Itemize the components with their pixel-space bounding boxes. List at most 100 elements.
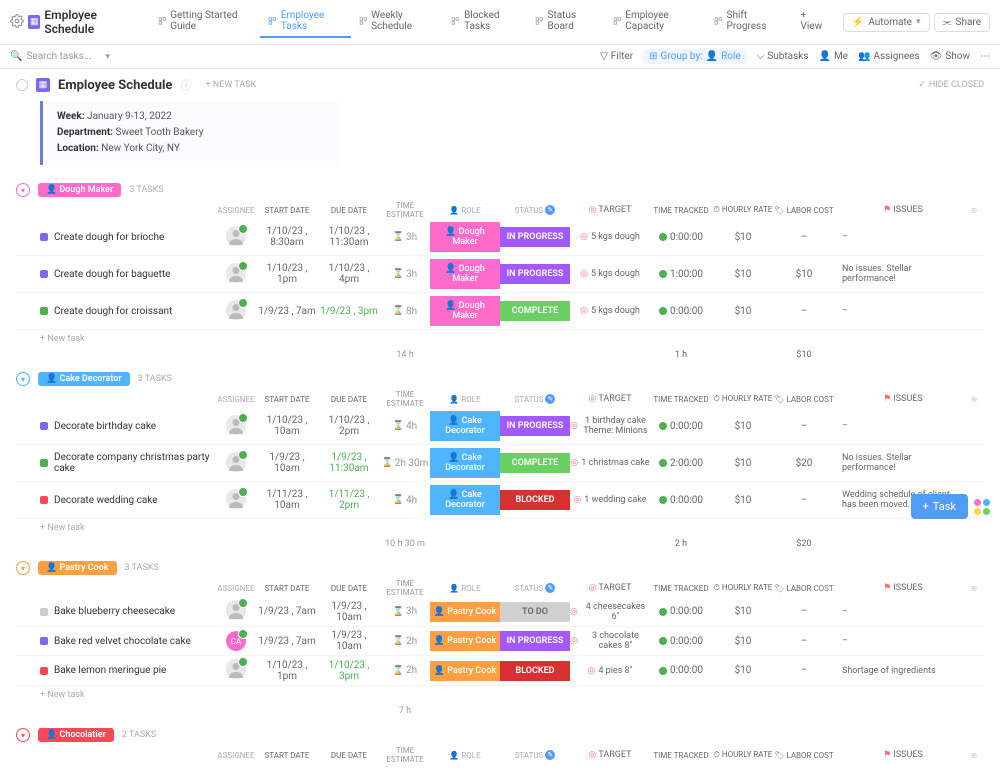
share-button[interactable]: ⫘Share (934, 13, 990, 32)
labor-cost: $20 (774, 458, 834, 469)
group-chip[interactable]: 👤 Dough Maker (38, 183, 121, 197)
time-tracked: 0:00:00 (650, 636, 712, 647)
tab-getting-started-guide[interactable]: Getting Started Guide (150, 6, 261, 38)
tab-shift-progress[interactable]: Shift Progress (706, 6, 789, 38)
labor-cost: – (774, 665, 834, 676)
filter-button[interactable]: ▽Filter (600, 51, 633, 62)
status-cell[interactable]: IN PROGRESS (500, 227, 570, 247)
avatar[interactable] (226, 415, 246, 435)
search-input[interactable]: 🔍 Search tasks... ▾ (10, 51, 110, 62)
info-icon[interactable]: ⓘ (180, 77, 191, 93)
role-cell[interactable]: 👤 Dough Maker (430, 259, 500, 289)
status-cell[interactable]: COMPLETE (500, 453, 570, 473)
automate-button[interactable]: ⚡Automate▾ (843, 13, 930, 32)
column-headers: ASSIGNEE START DATE DUE DATE TIME ESTIMA… (16, 201, 984, 219)
avatar[interactable] (226, 263, 246, 283)
avatar[interactable] (226, 452, 246, 472)
group-decor: ▾ 👤 Cake Decorator 3 TASKS ASSIGNEE STAR… (16, 368, 984, 551)
group-chip[interactable]: 👤 Cake Decorator (38, 372, 130, 386)
avatar[interactable] (226, 600, 246, 620)
app-header: ▦ Employee Schedule Getting Started Guid… (0, 0, 1000, 45)
task-row[interactable]: Bake lemon meringue pie 1/10/23 , 1pm 1/… (16, 656, 984, 686)
task-row[interactable]: Decorate company christmas party cake 1/… (16, 445, 984, 482)
status-cell[interactable]: IN PROGRESS (500, 631, 570, 651)
column-headers: ASSIGNEE START DATE DUE DATE TIME ESTIMA… (16, 390, 984, 408)
fab-container: +Task (911, 494, 990, 519)
task-row[interactable]: Create dough for baguette 1/10/23 , 1pm … (16, 256, 984, 293)
subtasks-button[interactable]: ⌵Subtasks (757, 51, 809, 62)
task-row[interactable]: Decorate wedding cake 1/11/23 , 10am 1/1… (16, 482, 984, 519)
gear-icon[interactable] (10, 14, 24, 31)
more-icon[interactable]: ⋯ (980, 51, 990, 62)
status-cell[interactable]: IN PROGRESS (500, 416, 570, 436)
collapse-all-icon[interactable] (16, 79, 28, 91)
task-count: 3 TASKS (125, 563, 159, 573)
role-cell[interactable]: 👤 Cake Decorator (430, 411, 500, 441)
role-cell[interactable]: 👤 Pastry Cook (430, 602, 500, 622)
collapse-icon[interactable]: ▾ (16, 561, 30, 575)
collapse-icon[interactable]: ▾ (16, 728, 30, 742)
task-row[interactable]: Bake red velvet chocolate cake CA 1/9/23… (16, 627, 984, 656)
fab-task-button[interactable]: +Task (911, 494, 968, 519)
status-cell[interactable]: BLOCKED (500, 661, 570, 681)
add-column-icon[interactable]: ⊕ (964, 395, 984, 404)
start-date: 1/9/23 , 10am (256, 452, 318, 474)
assignees-button[interactable]: 👥Assignees (858, 51, 920, 62)
time-tracked: 0:00:00 (650, 306, 712, 317)
due-date: 1/10/23 , 4pm (318, 263, 380, 285)
issues-cell: – (834, 421, 964, 431)
column-headers: ASSIGNEE START DATE DUE DATE TIME ESTIMA… (16, 579, 984, 597)
status-cell[interactable]: IN PROGRESS (500, 264, 570, 284)
avatar[interactable] (226, 659, 246, 679)
group-chip[interactable]: 👤 Chocolatier (38, 728, 114, 742)
collapse-icon[interactable]: ▾ (16, 372, 30, 386)
time-estimate: ⌛3h (380, 269, 430, 280)
group-chip[interactable]: 👤 Pastry Cook (38, 561, 117, 575)
task-row[interactable]: Create dough for brioche 1/10/23 , 8:30a… (16, 219, 984, 256)
me-button[interactable]: 👤Me (818, 51, 848, 62)
avatar[interactable]: CA (226, 631, 246, 651)
new-task-row[interactable]: + New task (16, 686, 984, 704)
new-task-row[interactable]: + New task (16, 519, 984, 537)
avatar[interactable] (226, 300, 246, 320)
status-cell[interactable]: TO DO (500, 602, 570, 622)
task-name: Create dough for croissant (54, 306, 172, 317)
role-cell[interactable]: 👤 Dough Maker (430, 296, 500, 326)
time-tracked: 0:00:00 (650, 232, 712, 243)
issues-cell: – (834, 607, 964, 617)
show-button[interactable]: 👁Show (930, 51, 970, 62)
task-row[interactable]: Decorate birthday cake 1/10/23 , 10am 1/… (16, 408, 984, 445)
new-task-button[interactable]: + NEW TASK (199, 78, 262, 92)
task-row[interactable]: Create dough for croissant 1/9/23 , 7am … (16, 293, 984, 330)
labor-cost: – (774, 495, 834, 506)
role-cell[interactable]: 👤 Pastry Cook (430, 631, 500, 651)
role-cell[interactable]: 👤 Pastry Cook (430, 661, 500, 681)
tab-employee-tasks[interactable]: Employee Tasks (260, 6, 350, 38)
due-date: 1/9/23 , 10am (318, 601, 380, 623)
add-view-button[interactable]: + View (793, 6, 835, 38)
status-square (40, 667, 48, 675)
tab-employee-capacity[interactable]: Employee Capacity (605, 6, 706, 38)
avatar[interactable] (226, 226, 246, 246)
tab-weekly-schedule[interactable]: Weekly Schedule (351, 6, 444, 38)
group-by-button[interactable]: ⊞Group by:👤Role (643, 49, 747, 64)
hide-closed-button[interactable]: ✓HIDE CLOSED (918, 80, 984, 90)
group-choc: ▾ 👤 Chocolatier 2 TASKS ASSIGNEE START D… (16, 724, 984, 764)
tab-status-board[interactable]: Status Board (527, 6, 605, 38)
status-cell[interactable]: BLOCKED (500, 490, 570, 510)
role-cell[interactable]: 👤 Cake Decorator (430, 485, 500, 515)
status-cell[interactable]: COMPLETE (500, 301, 570, 321)
collapse-icon[interactable]: ▾ (16, 183, 30, 197)
fab-apps-icon[interactable] (974, 499, 990, 515)
new-task-row[interactable]: + New task (16, 330, 984, 348)
avatar[interactable] (226, 489, 246, 509)
role-cell[interactable]: 👤 Dough Maker (430, 222, 500, 252)
target-cell: ◎5 kgs dough (570, 306, 650, 316)
add-column-icon[interactable]: ⊕ (964, 206, 984, 215)
task-name: Create dough for brioche (54, 232, 164, 243)
add-column-icon[interactable]: ⊕ (964, 751, 984, 760)
add-column-icon[interactable]: ⊕ (964, 584, 984, 593)
tab-blocked-tasks[interactable]: Blocked Tasks (443, 6, 526, 38)
task-row[interactable]: Bake blueberry cheesecake 1/9/23 , 7am 1… (16, 597, 984, 627)
role-cell[interactable]: 👤 Cake Decorator (430, 448, 500, 478)
